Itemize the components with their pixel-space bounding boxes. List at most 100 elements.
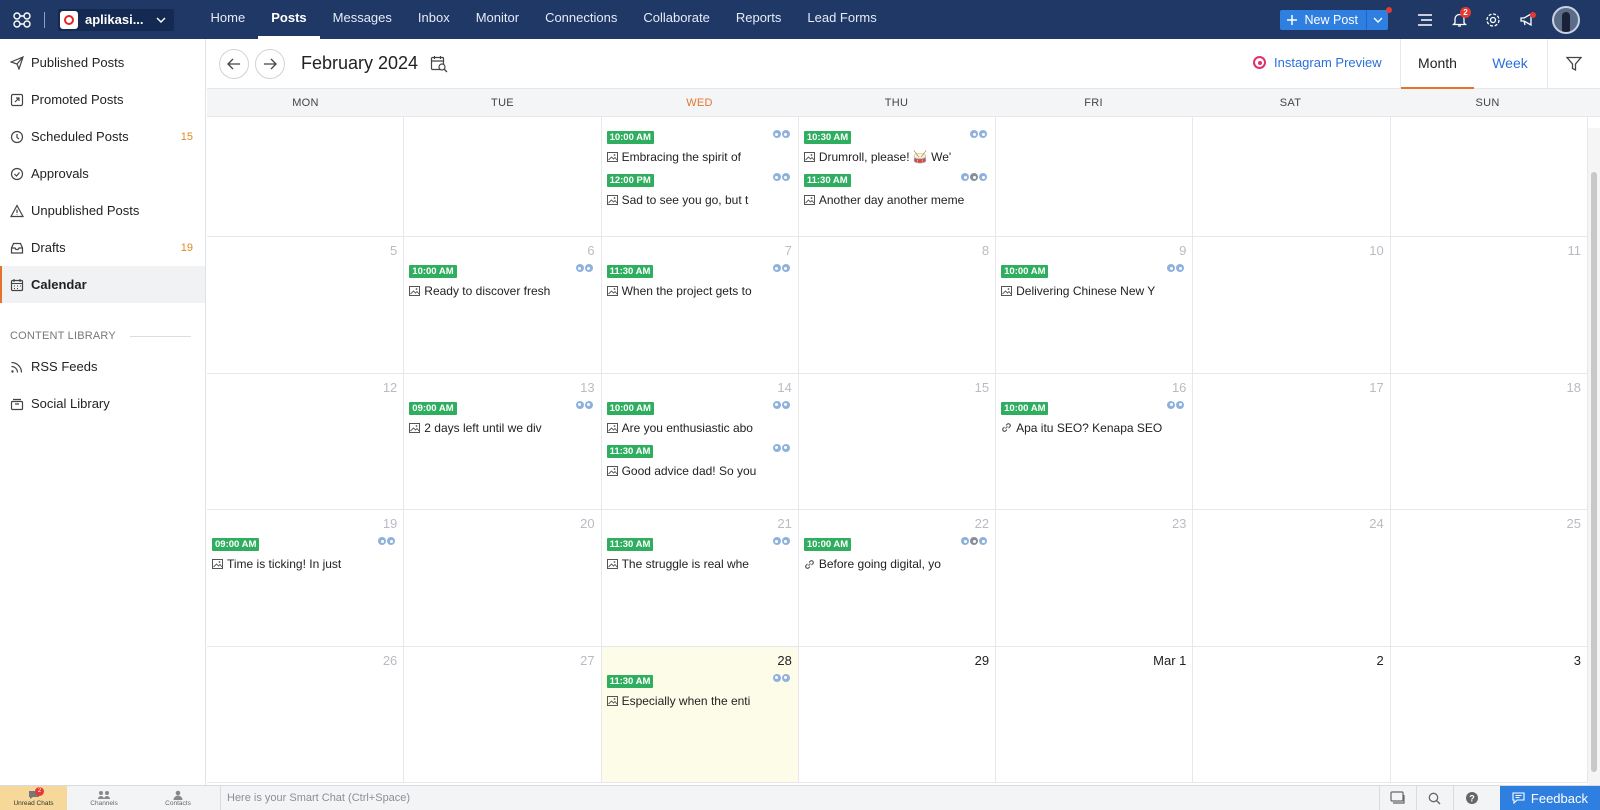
calendar-day-cell[interactable]: 18 — [1391, 373, 1588, 510]
scheduled-post[interactable]: 10:30 AM Drumroll, please! 🥁 We' — [803, 127, 990, 170]
scheduled-post[interactable]: 10:00 AM Embracing the spirit of — [606, 127, 793, 170]
calendar-day-cell[interactable]: 2 — [1193, 646, 1391, 783]
calendar-day-cell[interactable]: 9 10:00 AM Delivering Chinese New Y — [996, 237, 1194, 373]
calendar-day-cell[interactable]: 27 — [404, 646, 602, 783]
social-network-icons — [772, 264, 790, 272]
tab-week[interactable]: Week — [1474, 39, 1546, 89]
nav-home[interactable]: Home — [198, 0, 259, 39]
nav-connections[interactable]: Connections — [532, 0, 630, 39]
sidebar-item-approvals[interactable]: Approvals — [0, 155, 205, 192]
calendar-day-cell[interactable] — [207, 117, 405, 236]
calendar-day-cell[interactable]: 10:00 AM Embracing the spirit of 12:00 PM S… — [602, 117, 799, 236]
sidebar-item-scheduled-posts[interactable]: Scheduled Posts 15 — [0, 118, 205, 155]
calendar-day-cell[interactable]: 19 09:00 AM Time is ticking! In just — [207, 510, 405, 646]
calendar-day-cell[interactable] — [996, 117, 1194, 236]
scheduled-post[interactable]: 09:00 AM Time is ticking! In just — [212, 534, 398, 577]
apps-icon[interactable] — [0, 0, 44, 39]
nav-inbox[interactable]: Inbox — [405, 0, 463, 39]
calendar-day-cell[interactable]: 17 — [1193, 373, 1391, 510]
calendar-day-cell[interactable]: 5 — [207, 237, 405, 373]
bell-icon[interactable]: 2 — [1442, 0, 1476, 39]
tab-month[interactable]: Month — [1401, 39, 1474, 89]
feedback-button[interactable]: Feedback — [1499, 786, 1600, 810]
calendar-day-cell[interactable] — [1193, 117, 1391, 236]
calendar-day-cell[interactable]: 24 — [1193, 510, 1391, 646]
instagram-preview-link[interactable]: Instagram Preview — [1253, 55, 1382, 70]
avatar[interactable] — [1552, 5, 1580, 34]
day-of-week-header: MON TUE WED THU FRI SAT SUN — [207, 89, 1600, 117]
scheduled-post[interactable]: 11:30 AM Another day another meme — [803, 170, 990, 213]
scheduled-post[interactable]: 10:00 AM Ready to discover fresh — [409, 261, 595, 304]
announcement-icon[interactable] — [1510, 0, 1544, 39]
scrollbar-thumb[interactable] — [1591, 172, 1597, 772]
scheduled-post[interactable]: 11:30 AM When the project gets to — [606, 261, 793, 304]
previous-month-button[interactable] — [219, 48, 249, 79]
sidebar-item-calendar[interactable]: Calendar — [0, 266, 205, 303]
smart-chat-input[interactable]: Here is your Smart Chat (Ctrl+Space) — [220, 786, 1379, 810]
calendar-day-cell[interactable]: 26 — [207, 646, 405, 783]
new-post-main[interactable]: New Post — [1280, 10, 1367, 30]
scheduled-post[interactable]: 10:00 AM Before going digital, yo — [803, 534, 990, 577]
calendar-search-icon[interactable] — [430, 55, 448, 73]
channels-button[interactable]: Channels — [67, 786, 141, 810]
calendar-day-cell[interactable] — [1391, 117, 1588, 236]
nav-lead-forms[interactable]: Lead Forms — [794, 0, 889, 39]
calendar-day-cell[interactable]: 25 — [1391, 510, 1588, 646]
calendar-day-cell[interactable]: 11 — [1391, 237, 1588, 373]
new-post-button[interactable]: New Post — [1279, 6, 1392, 30]
calendar-day-today[interactable]: 28 11:30 AM Especially when the enti — [601, 646, 799, 783]
sidebar-item-promoted-posts[interactable]: Promoted Posts — [0, 81, 205, 118]
calendar-day-cell[interactable]: 23 — [996, 510, 1194, 646]
post-preview: Time is ticking! In just — [212, 557, 398, 571]
gear-icon[interactable] — [1476, 0, 1510, 39]
calendar-day-cell[interactable]: Mar 1 — [996, 646, 1194, 783]
sidebar-item-social-library[interactable]: Social Library — [0, 385, 205, 422]
scrollbar[interactable] — [1588, 128, 1600, 785]
calendar-day-cell[interactable]: 10 — [1193, 237, 1391, 373]
sidebar-item-published-posts[interactable]: Published Posts — [0, 44, 205, 81]
calendar-day-cell[interactable]: 6 10:00 AM Ready to discover fresh — [404, 237, 602, 373]
filter-button[interactable] — [1547, 39, 1600, 89]
nav-collaborate[interactable]: Collaborate — [630, 0, 723, 39]
calendar-day-cell[interactable]: 21 11:30 AM The struggle is real whe — [602, 510, 799, 646]
menu-list-icon[interactable] — [1408, 0, 1442, 39]
scheduled-post[interactable]: 11:30 AM Especially when the enti — [606, 671, 793, 714]
warning-icon — [10, 203, 24, 217]
messages-icon[interactable] — [1378, 786, 1416, 810]
sidebar-item-unpublished-posts[interactable]: Unpublished Posts — [0, 192, 205, 229]
nav-monitor[interactable]: Monitor — [463, 0, 532, 39]
unread-chats-button[interactable]: Unread Chats 2 — [0, 786, 67, 810]
calendar-day-cell[interactable] — [404, 117, 602, 236]
nav-reports[interactable]: Reports — [723, 0, 795, 39]
sidebar-item-rss-feeds[interactable]: RSS Feeds — [0, 348, 205, 385]
sidebar-item-drafts[interactable]: Drafts 19 — [0, 229, 205, 266]
calendar-day-cell[interactable]: 10:30 AM Drumroll, please! 🥁 We' 11:30 AM A… — [799, 117, 997, 236]
calendar-day-cell[interactable]: 3 — [1391, 646, 1588, 783]
scheduled-post[interactable]: 11:30 AM The struggle is real whe — [606, 534, 793, 577]
calendar-day-cell[interactable]: 16 10:00 AM Apa itu SEO? Kenapa SEO — [996, 373, 1194, 510]
search-icon[interactable] — [1415, 786, 1453, 810]
calendar-day-cell[interactable]: 22 10:00 AM Before going digital, yo — [799, 510, 997, 646]
nav-messages[interactable]: Messages — [320, 0, 405, 39]
calendar-day-cell[interactable]: 29 — [799, 646, 997, 783]
nav-posts[interactable]: Posts — [258, 0, 320, 39]
help-icon[interactable]: ? — [1452, 786, 1490, 810]
post-time-badge: 10:30 AM — [803, 131, 852, 144]
calendar-day-cell[interactable]: 13 09:00 AM 2 days left until we div — [404, 373, 602, 510]
scheduled-post[interactable]: 09:00 AM 2 days left until we div — [409, 398, 595, 441]
scheduled-post[interactable]: 10:00 AM Are you enthusiastic abo — [606, 398, 793, 441]
scheduled-post[interactable]: 10:00 AM Apa itu SEO? Kenapa SEO — [1001, 398, 1187, 441]
calendar-day-cell[interactable]: 12 — [207, 373, 405, 510]
calendar-day-cell[interactable]: 20 — [404, 510, 602, 646]
next-month-button[interactable] — [255, 48, 285, 79]
scheduled-post[interactable]: 10:00 AM Delivering Chinese New Y — [1001, 261, 1187, 304]
calendar-day-cell[interactable]: 15 — [799, 373, 997, 510]
calendar-day-cell[interactable]: 14 10:00 AM Are you enthusiastic abo 11:30 … — [602, 373, 799, 510]
brand-switcher[interactable]: aplikasi... — [58, 8, 174, 31]
contacts-button[interactable]: Contacts — [141, 786, 215, 810]
new-post-dropdown[interactable] — [1366, 9, 1388, 30]
scheduled-post[interactable]: 11:30 AM Good advice dad! So you — [606, 441, 793, 484]
calendar-day-cell[interactable]: 8 — [799, 237, 997, 373]
scheduled-post[interactable]: 12:00 PM Sad to see you go, but t — [606, 170, 793, 213]
calendar-day-cell[interactable]: 7 11:30 AM When the project gets to — [602, 237, 799, 373]
